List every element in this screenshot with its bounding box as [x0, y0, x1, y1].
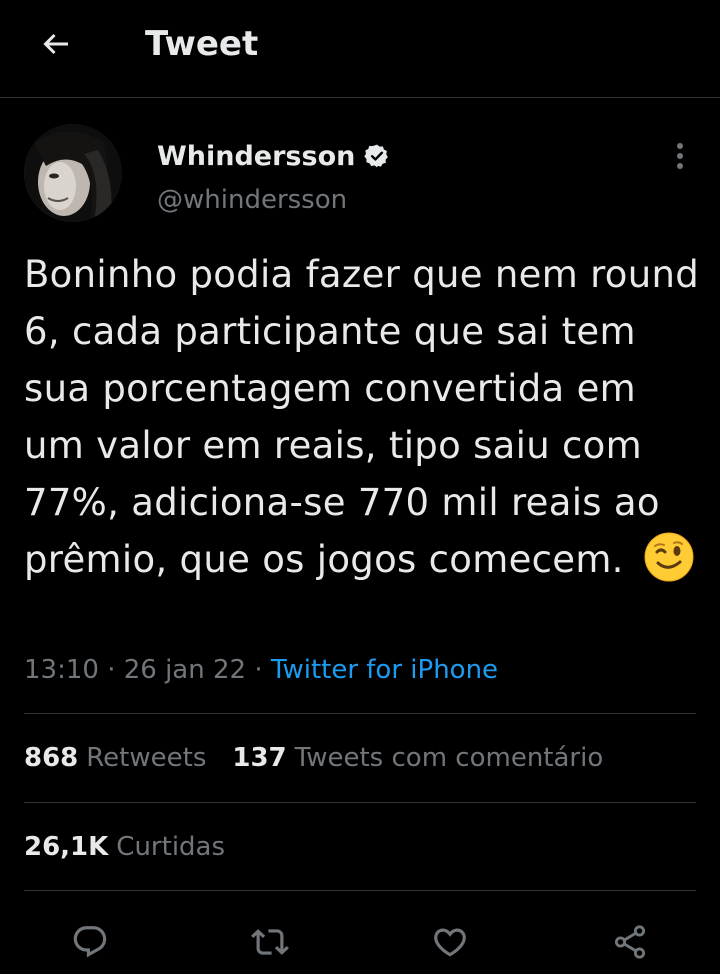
more-options-button[interactable]: [664, 138, 696, 174]
quote-tweets-label: Tweets com comentário: [294, 743, 604, 773]
top-bar: Tweet: [0, 0, 720, 98]
tweet-source-link[interactable]: Twitter for iPhone: [271, 655, 498, 685]
avatar[interactable]: [24, 124, 122, 222]
meta-separator: ·: [254, 655, 263, 685]
verified-badge-icon: [363, 142, 391, 170]
winking-face-emoji-icon: [644, 532, 694, 582]
tweet-metadata: 13:10 · 26 jan 22 · Twitter for iPhone: [24, 652, 498, 688]
tweet-text: Boninho podia fazer que nem round 6, cad…: [24, 246, 704, 588]
meta-separator: ·: [107, 655, 116, 685]
back-button[interactable]: [34, 22, 78, 66]
tweet-body: Boninho podia fazer que nem round 6, cad…: [24, 253, 700, 581]
tweet-date: 26 jan 22: [123, 655, 247, 685]
page-title: Tweet: [145, 24, 259, 64]
like-button[interactable]: [426, 918, 474, 966]
divider: [24, 802, 696, 803]
divider: [24, 890, 696, 891]
tweet-action-bar: [0, 912, 720, 972]
quote-tweets-count: 137: [232, 743, 287, 773]
retweet-icon: [251, 929, 289, 955]
divider: [24, 713, 696, 714]
retweets-count: 868: [24, 743, 79, 773]
arrow-left-icon: [43, 33, 68, 55]
retweet-button[interactable]: [246, 918, 294, 966]
author-name-row[interactable]: Whindersson: [157, 136, 391, 176]
retweets-stat[interactable]: 868 Retweets: [24, 743, 206, 773]
retweet-stats-row: 868 Retweets 137 Tweets com comentário: [24, 738, 603, 778]
tweet-time: 13:10: [24, 655, 99, 685]
retweets-label: Retweets: [86, 743, 207, 773]
likes-stats-row: 26,1K Curtidas: [24, 827, 225, 867]
share-icon: [614, 925, 646, 959]
likes-label: Curtidas: [116, 832, 226, 862]
like-icon: [434, 928, 466, 957]
quote-tweets-stat[interactable]: 137 Tweets com comentário: [232, 743, 603, 773]
reply-button[interactable]: [66, 918, 114, 966]
display-name[interactable]: Whindersson: [157, 141, 355, 172]
likes-count: 26,1K: [24, 832, 109, 862]
reply-icon: [73, 926, 107, 958]
likes-stat[interactable]: 26,1K Curtidas: [24, 832, 225, 862]
avatar-image: [24, 124, 122, 222]
more-vertical-icon: [677, 143, 683, 169]
share-button[interactable]: [606, 918, 654, 966]
author-handle[interactable]: @whindersson: [157, 182, 347, 218]
